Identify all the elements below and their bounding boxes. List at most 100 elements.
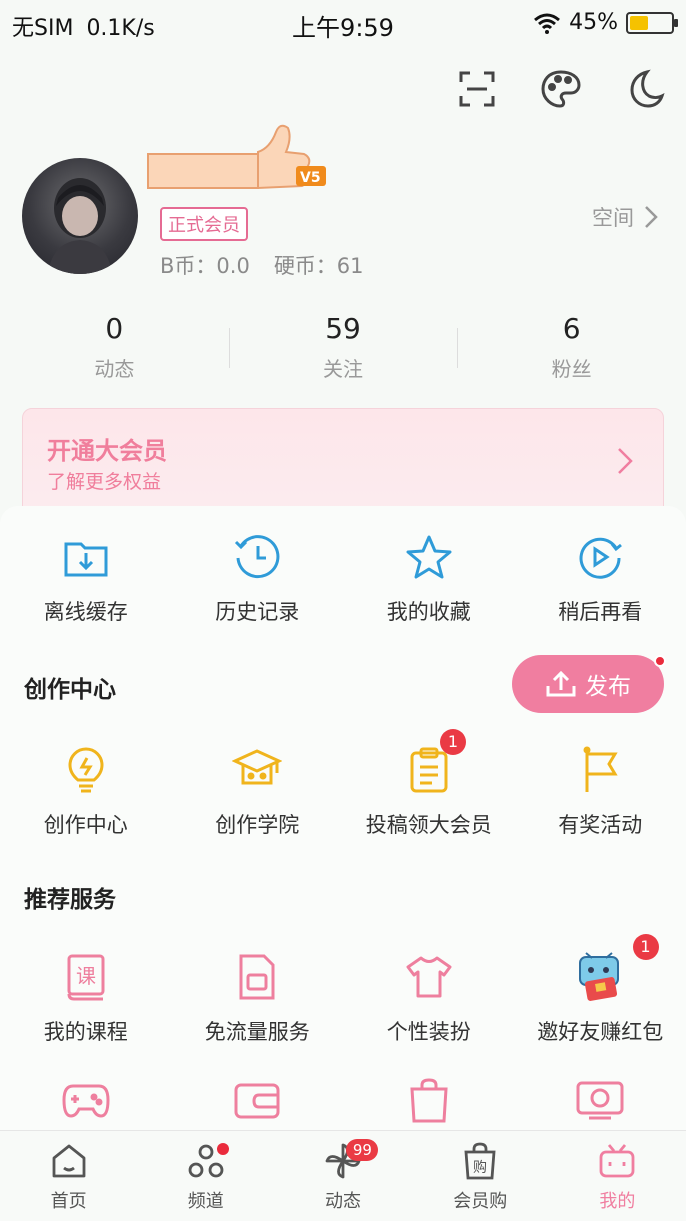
stat-value: 6	[562, 312, 581, 345]
service-item-live[interactable]	[515, 1075, 686, 1125]
tab-channel[interactable]: 频道	[137, 1131, 274, 1221]
tab-label: 首页	[50, 1191, 87, 1212]
stat-following[interactable]: 59 关注	[228, 312, 458, 382]
quick-action-favorites[interactable]: 我的收藏	[343, 532, 515, 626]
quick-actions-grid: 离线缓存 历史记录 我的收藏 稍后再看	[0, 532, 686, 626]
sim-card-icon	[239, 954, 275, 1000]
flag-icon	[583, 746, 618, 792]
quick-action-offline-cache[interactable]: 离线缓存	[0, 532, 172, 626]
quick-action-label: 历史记录	[215, 600, 300, 624]
tab-mine[interactable]: 我的	[549, 1131, 686, 1221]
course-book-icon: 课	[67, 954, 105, 1001]
status-bar: 无SIM 0.1K/s 上午9:59 45%	[0, 0, 686, 48]
stat-dynamics[interactable]: 0 动态	[0, 312, 229, 382]
service-item-games[interactable]	[0, 1075, 172, 1125]
vip-banner-subtitle: 了解更多权益	[47, 471, 162, 493]
vip-upgrade-banner[interactable]: 开通大会员 了解更多权益	[22, 408, 664, 518]
service-item-wallet[interactable]	[172, 1075, 344, 1125]
service-item-label: 邀好友赚红包	[537, 1020, 664, 1044]
stat-fans[interactable]: 6 粉丝	[457, 312, 686, 382]
service-item-shop[interactable]	[343, 1075, 515, 1125]
space-label: 空间	[592, 206, 634, 230]
course-glyph: 课	[76, 964, 96, 988]
notification-badge: 1	[632, 934, 659, 960]
chevron-right-icon	[618, 448, 633, 474]
service-item-label: 个性装扮	[386, 1020, 471, 1044]
wallet-icon	[234, 1083, 280, 1119]
quick-action-label: 稍后再看	[558, 600, 643, 624]
stat-value: 59	[325, 312, 361, 345]
creation-item-label: 有奖活动	[558, 813, 643, 837]
services-grid-row-2	[0, 1075, 686, 1125]
service-item-courses[interactable]: 课 我的课程	[0, 952, 172, 1046]
space-link[interactable]: 空间	[592, 202, 658, 232]
publish-button[interactable]: 发布	[512, 655, 664, 713]
vip-status-badge[interactable]: 正式会员	[160, 207, 248, 241]
watch-later-icon	[579, 537, 623, 579]
chevron-right-icon	[645, 206, 658, 228]
star-icon	[406, 535, 452, 579]
battery-percent: 45%	[569, 10, 618, 35]
shopping-bag-icon: 购	[464, 1142, 496, 1180]
creation-item-label: 创作中心	[43, 813, 128, 837]
tab-home[interactable]: 首页	[0, 1131, 137, 1221]
scan-icon[interactable]	[454, 66, 500, 112]
status-right: 45%	[533, 10, 678, 35]
battery-icon	[626, 11, 678, 34]
service-item-invite-friends[interactable]: 1 邀好友赚红包	[515, 934, 686, 1046]
creation-item-center[interactable]: 创作中心	[0, 745, 172, 839]
service-item-label: 我的课程	[43, 1020, 128, 1044]
creation-item-label: 创作学院	[215, 813, 300, 837]
service-item-decorations[interactable]: 个性装扮	[343, 952, 515, 1046]
creation-item-academy[interactable]: 创作学院	[172, 745, 344, 839]
vip-banner-title: 开通大会员	[47, 437, 167, 465]
upload-icon	[546, 670, 576, 697]
b-coin-text: B币：0.0	[160, 254, 250, 278]
creation-section-title: 创作中心	[24, 677, 116, 703]
service-item-free-data[interactable]: 免流量服务	[172, 952, 344, 1046]
creation-grid: 创作中心 创作学院 1 投稿领大会员 有奖活动	[0, 729, 686, 839]
tab-vip-shop[interactable]: 购 会员购	[412, 1131, 549, 1221]
monitor-icon	[576, 1081, 624, 1120]
night-mode-moon-icon[interactable]	[622, 66, 668, 112]
download-folder-icon	[64, 542, 108, 577]
tab-label: 动态	[325, 1191, 361, 1212]
services-grid: 课 我的课程 免流量服务 个性装扮 1 邀好友赚红包	[0, 934, 686, 1046]
gamepad-icon	[62, 1084, 110, 1118]
publish-notification-dot	[654, 655, 666, 667]
service-item-label: 免流量服务	[204, 1020, 310, 1044]
tv-mascot-red-envelope-icon	[579, 952, 620, 1001]
history-clock-icon	[235, 535, 280, 579]
stat-label: 关注	[323, 357, 363, 381]
clipboard-icon	[410, 747, 448, 793]
quick-action-label: 我的收藏	[386, 600, 471, 624]
quick-action-watch-later[interactable]: 稍后再看	[515, 532, 686, 626]
theme-palette-icon[interactable]	[538, 66, 584, 112]
tab-label: 会员购	[453, 1191, 508, 1212]
stat-value: 0	[105, 312, 124, 345]
top-toolbar	[454, 66, 668, 112]
lightbulb-icon	[68, 747, 104, 793]
bottom-tab-bar: 首页 频道 99 动态 购 会员购 我的	[0, 1130, 686, 1221]
hard-coin-text: 硬币：61	[273, 254, 364, 278]
tab-label: 我的	[599, 1191, 636, 1212]
quick-action-history[interactable]: 历史记录	[172, 532, 344, 626]
stat-label: 粉丝	[551, 357, 592, 381]
creation-item-submit-vip[interactable]: 1 投稿领大会员	[343, 729, 515, 839]
shopping-bag-icon	[410, 1078, 448, 1123]
creation-item-label: 投稿领大会员	[365, 813, 492, 837]
home-icon	[52, 1144, 85, 1178]
svg-text:V5: V5	[300, 170, 321, 186]
tshirt-icon	[406, 956, 452, 998]
tab-dynamics[interactable]: 99 动态	[274, 1131, 411, 1221]
coin-info: B币：0.0 硬币：61	[160, 250, 364, 280]
avatar[interactable]	[22, 158, 138, 274]
shop-glyph: 购	[473, 1160, 487, 1176]
creation-item-events[interactable]: 有奖活动	[515, 745, 686, 839]
wifi-icon	[534, 13, 561, 34]
graduation-cap-icon	[232, 749, 283, 785]
notification-badge: 1	[440, 729, 466, 755]
stats-row: 0 动态 59 关注 6 粉丝	[0, 312, 686, 382]
stat-label: 动态	[94, 357, 135, 381]
battery-level	[630, 15, 648, 30]
